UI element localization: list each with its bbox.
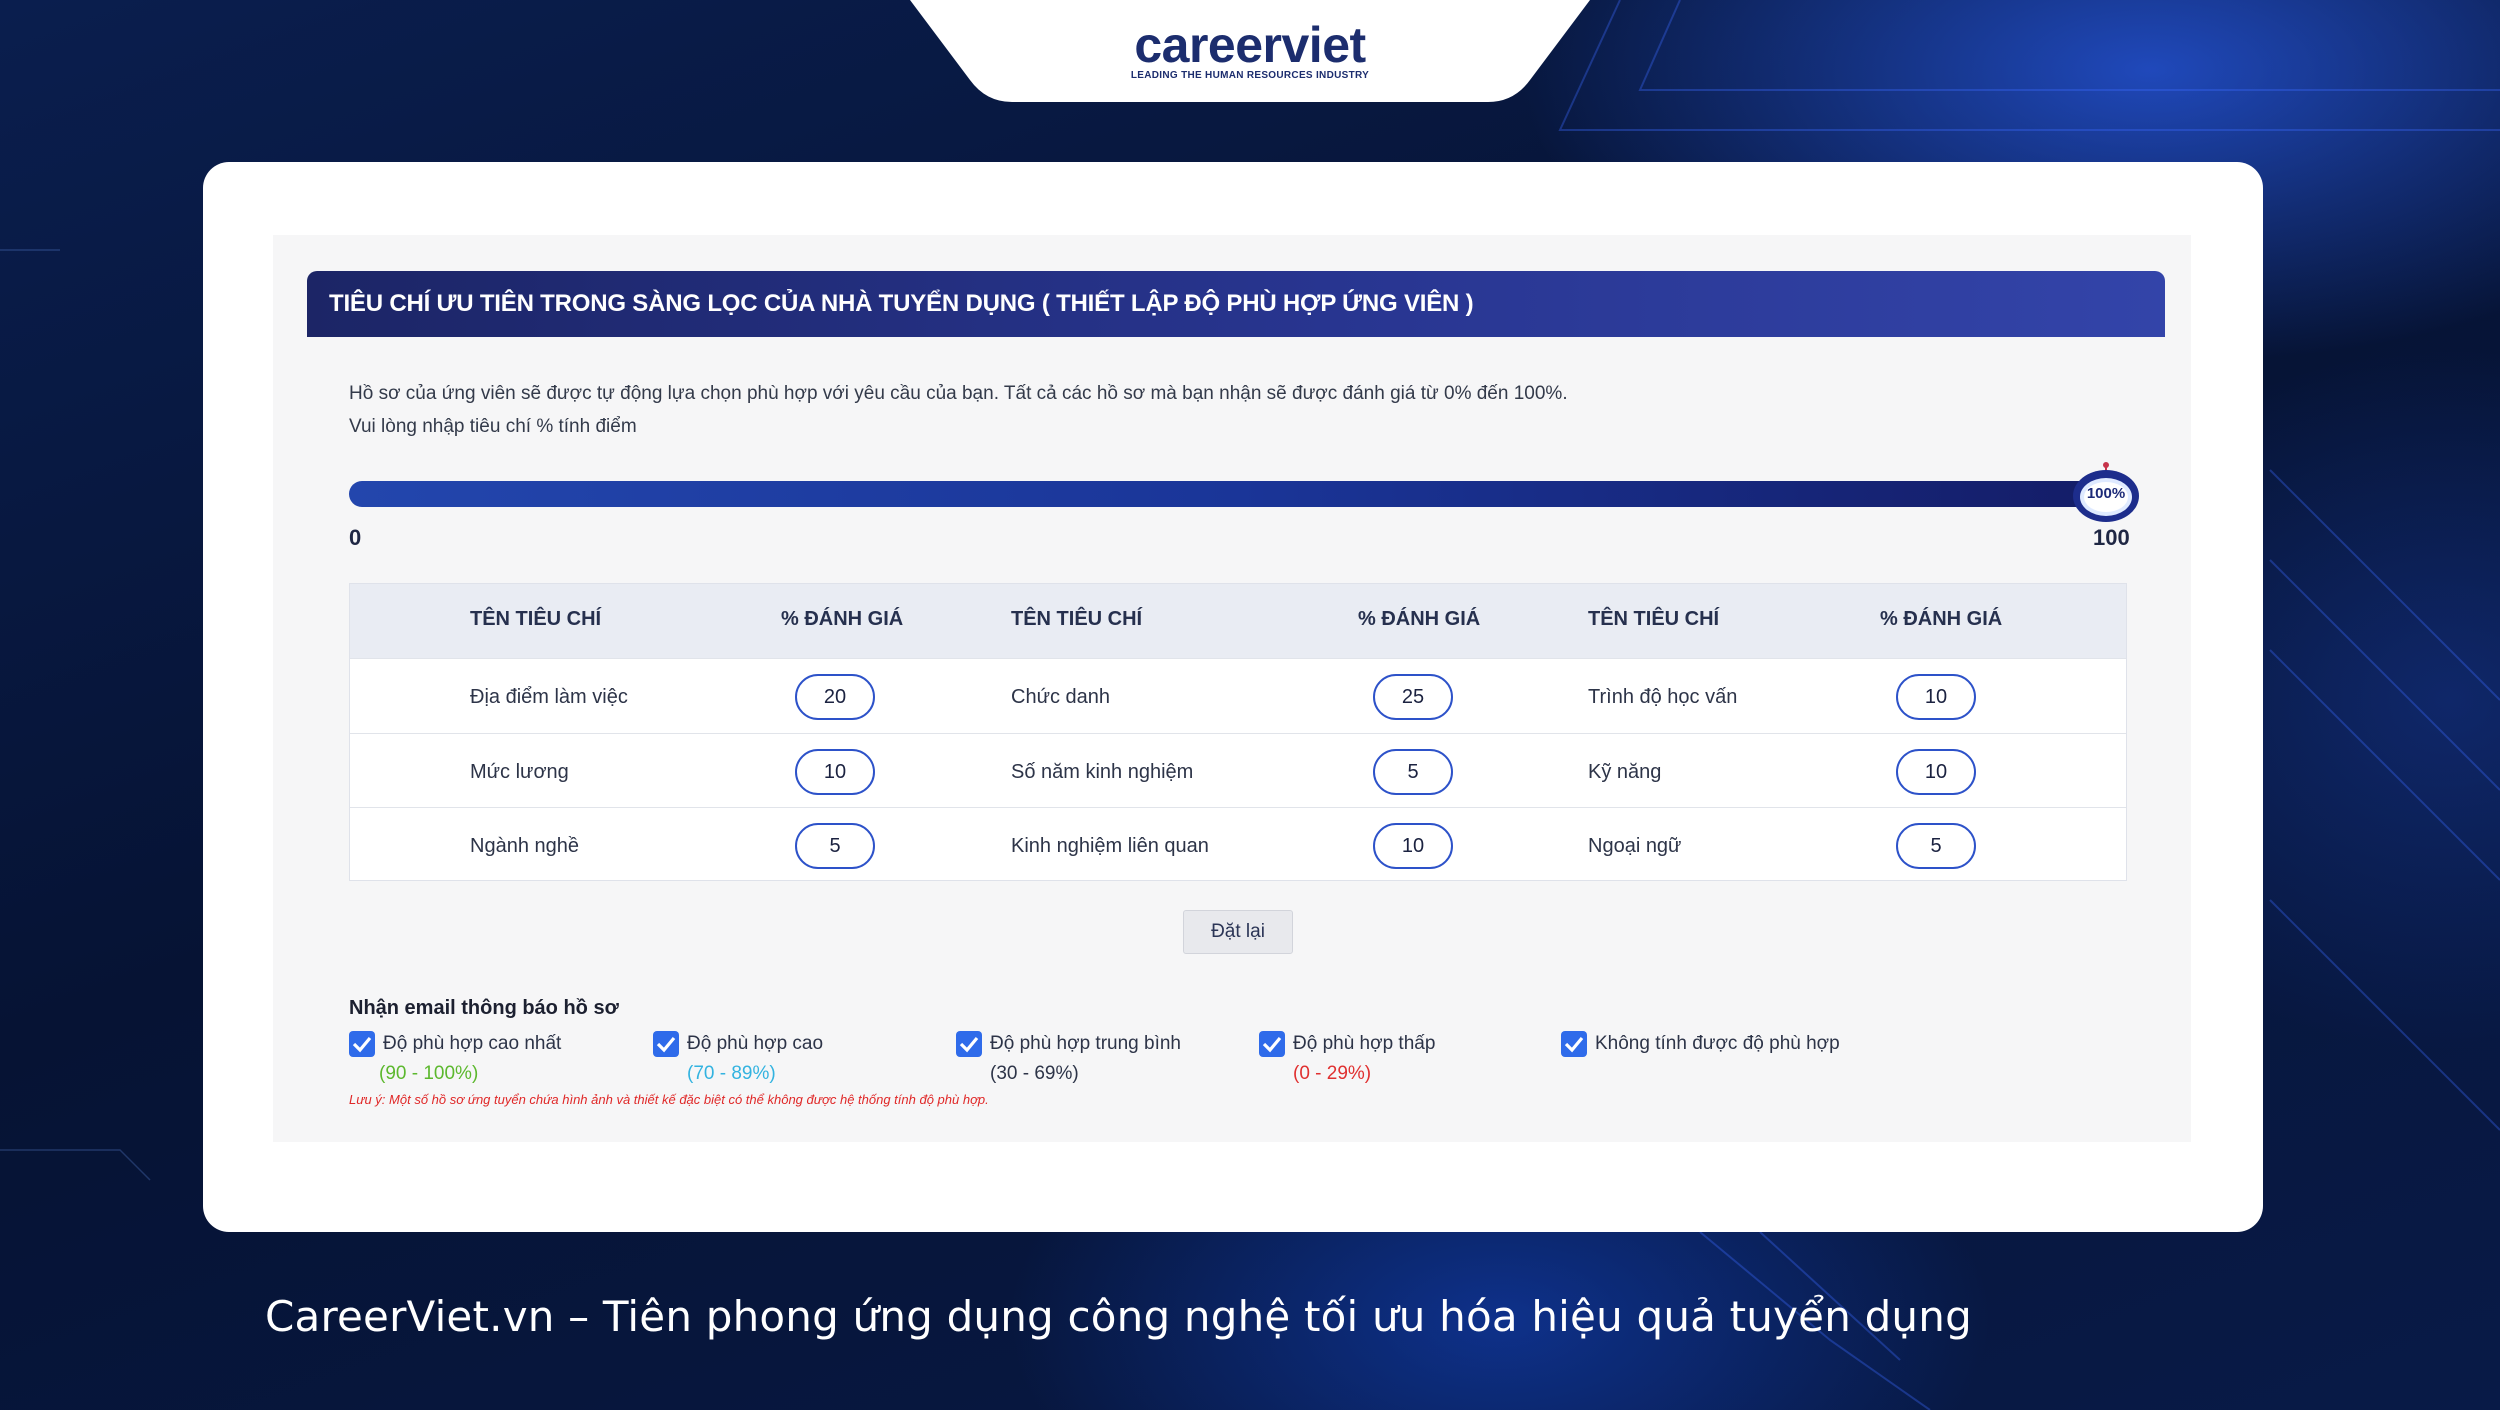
slider-max-label: 100 [2093, 525, 2130, 550]
criteria-name: Kinh nghiệm liên quan [1011, 835, 1209, 857]
notify-option-label: Độ phù hợp trung bình [990, 1033, 1181, 1054]
notify-option-range: (30 - 69%) [990, 1063, 1079, 1084]
criteria-table: TÊN TIÊU CHÍ % ĐÁNH GIÁ TÊN TIÊU CHÍ % Đ… [349, 583, 2127, 881]
notify-option-label: Không tính được độ phù hợp [1595, 1033, 1840, 1054]
brand-tagline: LEADING THE HUMAN RESOURCES INDUSTRY [1130, 70, 1370, 81]
criteria-name: Kỹ năng [1588, 761, 1662, 783]
table-row: Địa điểm làm việc 20 Chức danh 25 Trình … [350, 658, 2126, 733]
criteria-score-input[interactable]: 20 [795, 674, 875, 720]
criteria-name: Số năm kinh nghiệm [1011, 761, 1194, 783]
email-notify-title: Nhận email thông báo hồ sơ [349, 997, 619, 1019]
header-criteria-name: TÊN TIÊU CHÍ [1588, 608, 1720, 630]
notify-option-label: Độ phù hợp cao [687, 1033, 824, 1054]
notify-option-range: (90 - 100%) [379, 1063, 479, 1084]
notify-option-range: (70 - 89%) [687, 1063, 776, 1084]
slider-value-label: 100% [2086, 485, 2126, 502]
checkbox-checked-icon[interactable] [653, 1031, 679, 1057]
score-slider-track[interactable] [349, 481, 2129, 507]
settings-panel: TIÊU CHÍ ƯU TIÊN TRONG SÀNG LỌC CỦA NHÀ … [273, 235, 2191, 1142]
criteria-score-input[interactable]: 10 [1896, 674, 1976, 720]
header-criteria-name: TÊN TIÊU CHÍ [470, 608, 602, 630]
notify-option-label: Độ phù hợp thấp [1293, 1033, 1436, 1054]
criteria-name: Địa điểm làm việc [470, 686, 628, 708]
panel-description: Hồ sơ của ứng viên sẽ được tự động lựa c… [349, 383, 1568, 404]
criteria-score-input[interactable]: 25 [1373, 674, 1453, 720]
criteria-name: Ngành nghề [470, 835, 579, 857]
criteria-score-input[interactable]: 5 [795, 823, 875, 869]
table-header: TÊN TIÊU CHÍ % ĐÁNH GIÁ TÊN TIÊU CHÍ % Đ… [350, 584, 2126, 658]
header-criteria-score: % ĐÁNH GIÁ [1880, 608, 2003, 630]
table-row: Mức lương 10 Số năm kinh nghiệm 5 Kỹ năn… [350, 733, 2126, 808]
page-tagline: CareerViet.vn – Tiên phong ứng dụng công… [265, 1292, 1972, 1341]
criteria-name: Ngoại ngữ [1588, 835, 1682, 857]
criteria-name: Mức lương [470, 761, 569, 783]
criteria-name: Trình độ học vấn [1588, 686, 1738, 708]
notify-note: Lưu ý: Một số hồ sơ ứng tuyển chứa hình … [349, 1092, 989, 1107]
brand-logo: careerviet [1134, 17, 1366, 73]
criteria-name: Chức danh [1011, 686, 1111, 708]
table-row: Ngành nghề 5 Kinh nghiệm liên quan 10 Ng… [350, 807, 2126, 882]
score-slider-handle[interactable]: 100% [2070, 462, 2142, 524]
checkbox-checked-icon[interactable] [1561, 1031, 1587, 1057]
header-criteria-name: TÊN TIÊU CHÍ [1011, 608, 1143, 630]
content-card: TIÊU CHÍ ƯU TIÊN TRONG SÀNG LỌC CỦA NHÀ … [203, 162, 2263, 1232]
criteria-score-input[interactable]: 10 [1373, 823, 1453, 869]
logo-tab: careerviet LEADING THE HUMAN RESOURCES I… [910, 0, 1590, 102]
criteria-score-input[interactable]: 10 [795, 749, 875, 795]
panel-title: TIÊU CHÍ ƯU TIÊN TRONG SÀNG LỌC CỦA NHÀ … [307, 271, 2165, 337]
reset-button[interactable]: Đặt lại [1183, 910, 1293, 954]
checkbox-checked-icon[interactable] [1259, 1031, 1285, 1057]
header-criteria-score: % ĐÁNH GIÁ [1358, 608, 1481, 630]
criteria-score-input[interactable]: 5 [1373, 749, 1453, 795]
panel-instruction: Vui lòng nhập tiêu chí % tính điểm [349, 416, 637, 437]
notify-option-label: Độ phù hợp cao nhất [383, 1033, 562, 1054]
header-criteria-score: % ĐÁNH GIÁ [781, 608, 904, 630]
checkbox-checked-icon[interactable] [349, 1031, 375, 1057]
criteria-score-input[interactable]: 5 [1896, 823, 1976, 869]
slider-min-label: 0 [349, 525, 362, 550]
notify-option-range: (0 - 29%) [1293, 1063, 1372, 1084]
checkbox-checked-icon[interactable] [956, 1031, 982, 1057]
criteria-score-input[interactable]: 10 [1896, 749, 1976, 795]
